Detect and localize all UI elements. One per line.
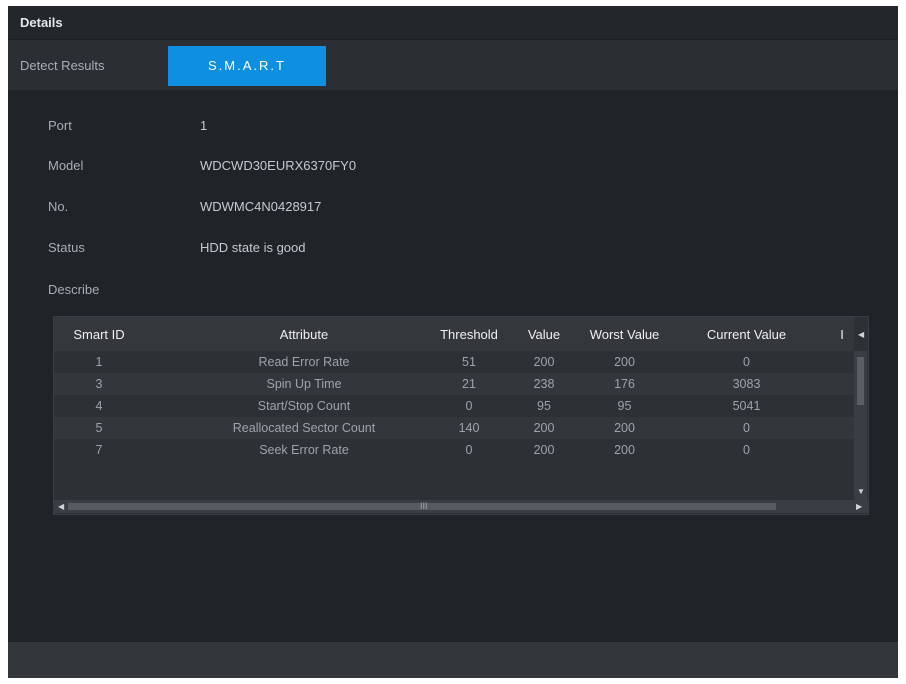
cell-threshold: 0 <box>465 443 473 457</box>
table-row[interactable]: 4 Start/Stop Count 0 95 95 5041 <box>54 395 854 417</box>
tab-smart[interactable]: S.M.A.R.T <box>168 46 326 86</box>
status-value: HDD state is good <box>200 240 306 255</box>
cell-attribute: Start/Stop Count <box>257 399 351 413</box>
cell-threshold: 51 <box>462 355 476 369</box>
column-header-worst-value[interactable]: Worst Value <box>572 327 677 342</box>
cell-smart-id: 5 <box>95 421 103 435</box>
column-header-current-value[interactable]: Current Value <box>684 327 809 342</box>
cell-value: 95 <box>537 399 551 413</box>
scroll-left-icon[interactable]: ◀ <box>58 502 64 511</box>
serial-number-label: No. <box>48 199 69 214</box>
cell-smart-id: 7 <box>95 443 103 457</box>
vertical-scroll-thumb[interactable] <box>857 357 864 405</box>
dialog-footer <box>8 642 898 678</box>
column-header-attribute[interactable]: Attribute <box>184 327 424 342</box>
model-label: Model <box>48 158 84 173</box>
scroll-grip-label: III <box>420 501 428 511</box>
cell-attribute: Seek Error Rate <box>259 443 349 457</box>
cell-current-value: 0 <box>743 443 750 457</box>
table-row[interactable]: 1 Read Error Rate 51 200 200 0 <box>54 351 854 373</box>
cell-threshold: 21 <box>462 377 476 391</box>
cell-worst-value: 200 <box>614 421 635 435</box>
table-row[interactable]: 7 Seek Error Rate 0 200 200 0 <box>54 439 854 461</box>
cell-value: 200 <box>533 421 555 435</box>
table-row[interactable]: 5 Reallocated Sector Count 140 200 200 0 <box>54 417 854 439</box>
cell-worst-value: 95 <box>617 399 632 413</box>
tab-detect-results[interactable]: Detect Results <box>20 46 150 86</box>
describe-label: Describe <box>48 282 100 297</box>
status-label: Status <box>48 240 85 255</box>
cell-threshold: 140 <box>458 421 480 435</box>
cell-worst-value: 200 <box>614 443 635 457</box>
cell-value: 238 <box>533 377 555 391</box>
serial-number-value: WDWMC4N0428917 <box>200 199 322 214</box>
cell-attribute: Reallocated Sector Count <box>232 421 376 435</box>
smart-panel: Port 1 Model WDCWD30EURX6370FY0 No. WDWM… <box>8 90 898 642</box>
scroll-right-icon[interactable]: ▶ <box>856 502 862 511</box>
smart-attributes-table: Smart ID Attribute Threshold Value Worst… <box>53 316 869 515</box>
column-header-threshold[interactable]: Threshold <box>424 327 514 342</box>
horizontal-scrollbar[interactable]: ◀ III ▶ <box>54 500 868 513</box>
vertical-scrollbar[interactable]: ▼ <box>854 351 867 500</box>
table-row[interactable]: 3 Spin Up Time 21 238 176 3083 <box>54 373 854 395</box>
details-dialog: Details Detect Results S.M.A.R.T Port 1 … <box>8 6 898 678</box>
cell-current-value: 0 <box>743 421 750 435</box>
tab-bar: Detect Results S.M.A.R.T <box>8 40 898 90</box>
cell-worst-value: 176 <box>614 377 635 391</box>
column-header-truncated[interactable]: I <box>832 327 852 342</box>
cell-attribute: Spin Up Time <box>266 377 342 391</box>
port-label: Port <box>48 118 72 133</box>
cell-value: 200 <box>533 443 555 457</box>
title-bar[interactable]: Details <box>8 6 898 40</box>
table-header: Smart ID Attribute Threshold Value Worst… <box>54 317 854 351</box>
cell-smart-id: 1 <box>95 355 103 369</box>
cell-smart-id: 4 <box>95 399 103 413</box>
scroll-down-icon[interactable]: ▼ <box>857 487 865 496</box>
cell-smart-id: 3 <box>95 377 103 391</box>
cell-threshold: 0 <box>465 399 473 413</box>
cell-value: 200 <box>533 355 555 369</box>
cell-worst-value: 200 <box>614 355 635 369</box>
cell-current-value: 0 <box>743 355 750 369</box>
cell-current-value: 5041 <box>732 399 761 413</box>
column-header-smart-id[interactable]: Smart ID <box>54 327 144 342</box>
cell-attribute: Read Error Rate <box>258 355 350 369</box>
cell-current-value: 3083 <box>732 377 761 391</box>
dialog-title: Details <box>20 15 63 30</box>
model-value: WDCWD30EURX6370FY0 <box>200 158 357 173</box>
scroll-up-icon[interactable]: ◀ <box>858 330 864 339</box>
port-value: 1 <box>200 118 208 133</box>
column-header-value[interactable]: Value <box>514 327 574 342</box>
